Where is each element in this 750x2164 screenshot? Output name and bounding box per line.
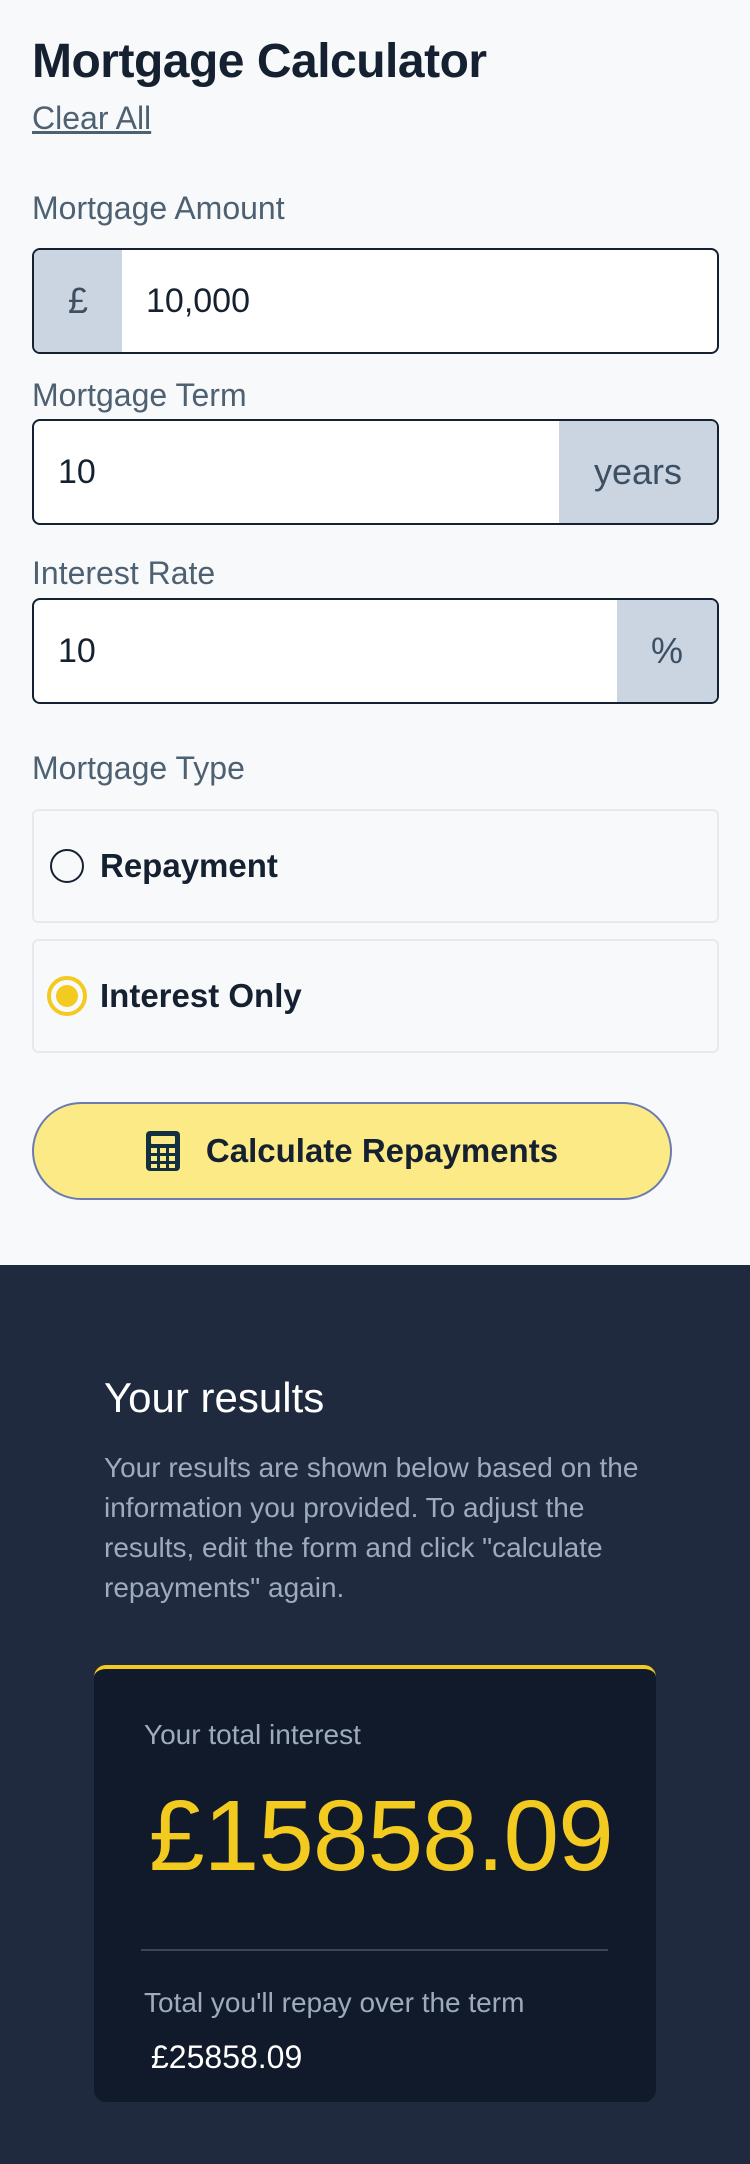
results-panel: Your results Your results are shown belo… (0, 1265, 750, 2164)
calculator-icon (145, 1131, 180, 1171)
card-divider (141, 1949, 608, 1951)
mortgage-term-input[interactable]: 10 (34, 421, 559, 523)
years-suffix: years (559, 421, 717, 523)
interest-rate-label: Interest Rate (32, 555, 216, 591)
interest-rate-field[interactable]: 10 % (32, 598, 719, 704)
radio-label-repayment: Repayment (100, 847, 278, 884)
radio-option-repayment[interactable]: Repayment (32, 809, 719, 923)
calculate-button-label: Calculate Repayments (205, 1132, 559, 1169)
radio-unselected-icon (50, 849, 84, 883)
mortgage-type-label: Mortgage Type (32, 750, 245, 786)
results-description: Your results are shown below based on th… (104, 1452, 639, 1603)
clear-all-link[interactable]: Clear All (32, 100, 151, 137)
radio-label-interest-only: Interest Only (100, 977, 302, 1014)
currency-prefix: £ (34, 250, 122, 352)
total-interest-label: Your total interest (144, 1719, 361, 1750)
mortgage-amount-input[interactable]: 10,000 (122, 250, 717, 352)
calculate-repayments-button[interactable]: Calculate Repayments (32, 1102, 672, 1200)
mortgage-term-field[interactable]: 10 years (32, 419, 719, 525)
mortgage-amount-label: Mortgage Amount (32, 190, 285, 226)
page-title: Mortgage Calculator (32, 35, 487, 88)
results-title: Your results (104, 1374, 325, 1421)
results-card: Your total interest £15858.09 Total you'… (94, 1665, 656, 2102)
mortgage-term-label: Mortgage Term (32, 377, 247, 413)
percent-suffix: % (617, 600, 717, 702)
mortgage-amount-field[interactable]: £ 10,000 (32, 248, 719, 354)
calculator-form: Mortgage Calculator Clear All Mortgage A… (0, 0, 750, 1265)
total-repay-value: £25858.09 (151, 2039, 303, 2075)
radio-selected-icon (47, 976, 87, 1016)
radio-option-interest-only[interactable]: Interest Only (32, 939, 719, 1053)
total-repay-label: Total you'll repay over the term (144, 1987, 525, 2018)
total-interest-value: £15858.09 (149, 1780, 614, 1892)
interest-rate-input[interactable]: 10 (34, 600, 617, 702)
